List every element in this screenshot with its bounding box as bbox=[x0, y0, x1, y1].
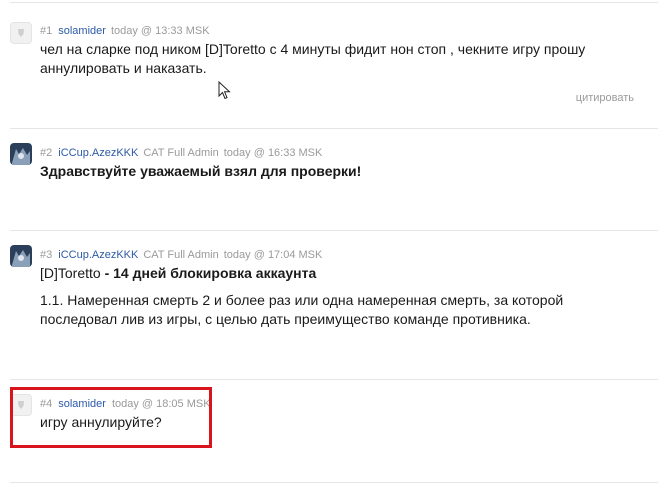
post-meta: #3 iCCup.AzezKKK CAT Full Admin today @ 17:… bbox=[40, 248, 322, 262]
top-divider bbox=[10, 2, 658, 3]
post-timestamp: today @ 16:33 MSK bbox=[223, 147, 323, 159]
post-number[interactable]: #3 bbox=[40, 249, 52, 261]
post-meta: #1 solamider today @ 13:33 MSK bbox=[40, 24, 210, 38]
username-link[interactable]: iCCup.AzezKKK bbox=[58, 147, 138, 159]
quote-button[interactable]: цитировать bbox=[576, 92, 634, 104]
rule-text: 1.1. Намеренная смерть 2 и более раз или… bbox=[40, 292, 564, 327]
wolf-avatar[interactable] bbox=[10, 143, 32, 165]
post-number[interactable]: #1 bbox=[40, 25, 52, 37]
default-avatar-icon[interactable] bbox=[10, 22, 32, 44]
post-bold-text: Здравствуйте уважаемый взял для проверки… bbox=[40, 163, 362, 179]
player-name: [D]Toretto bbox=[40, 265, 101, 281]
post-divider bbox=[10, 482, 658, 483]
post-divider bbox=[10, 128, 658, 129]
post-bold-text: - 14 дней блокировка аккаунта bbox=[100, 265, 317, 281]
post-body: [D]Toretto - 14 дней блокировка аккаунта bbox=[40, 264, 640, 283]
user-role: CAT Full Admin bbox=[143, 249, 219, 261]
post-timestamp: today @ 13:33 MSK bbox=[110, 25, 210, 37]
wolf-avatar[interactable] bbox=[10, 245, 32, 267]
user-role: CAT Full Admin bbox=[143, 147, 219, 159]
post-timestamp: today @ 17:04 MSK bbox=[223, 249, 323, 261]
username-link[interactable]: iCCup.AzezKKK bbox=[58, 249, 138, 261]
post-body: чел на сларке под ником [D]Toretto с 4 м… bbox=[40, 41, 586, 76]
post-meta: #2 iCCup.AzezKKK CAT Full Admin today @ 16:… bbox=[40, 146, 322, 160]
highlight-box bbox=[10, 387, 212, 448]
post-body: Здравствуйте уважаемый взял для проверки… bbox=[40, 162, 640, 181]
post-number[interactable]: #2 bbox=[40, 147, 52, 159]
post-divider bbox=[10, 230, 658, 231]
username-link[interactable]: solamider bbox=[58, 25, 106, 37]
mouse-cursor-icon bbox=[218, 81, 231, 100]
post-divider bbox=[10, 379, 658, 380]
